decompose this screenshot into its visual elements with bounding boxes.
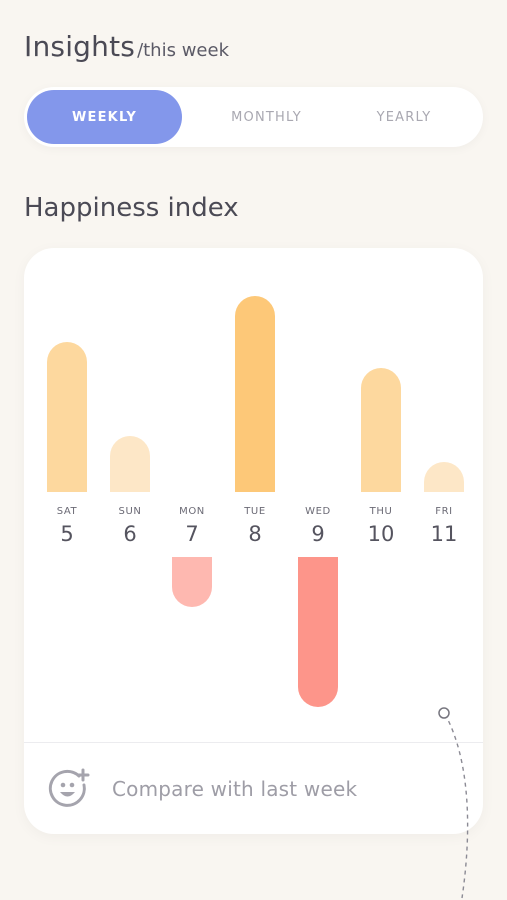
page-header: Insights /this week	[24, 30, 229, 63]
date-label: 5	[60, 522, 73, 546]
smiley-add-icon	[48, 768, 90, 807]
compare-label: Compare with last week	[112, 776, 358, 801]
date-label: 9	[311, 522, 324, 546]
compare-button[interactable]: Compare with last week	[24, 743, 483, 834]
tab-weekly[interactable]: WEEKLY	[27, 90, 182, 144]
happiness-chart: SAT 5 SUN 6 MON 7 TUE 8 WED 9 THU 10 FRI 11	[47, 296, 464, 707]
day-label: SAT	[57, 506, 78, 517]
happiness-card: SAT 5 SUN 6 MON 7 TUE 8 WED 9 THU 10 FRI 11 Compare w…	[24, 248, 483, 834]
bar-thu[interactable]	[361, 368, 401, 492]
bar-sat[interactable]	[47, 342, 87, 492]
day-label: FRI	[435, 506, 452, 517]
bar-sun[interactable]	[110, 436, 150, 492]
bar-tue[interactable]	[235, 296, 275, 492]
date-label: 6	[123, 522, 136, 546]
day-label: WED	[305, 506, 331, 517]
bar-wed[interactable]	[298, 557, 338, 707]
day-label: MON	[179, 506, 205, 517]
page-subtitle: /this week	[137, 40, 229, 61]
page-title: Insights	[24, 30, 136, 63]
date-label: 10	[368, 522, 395, 546]
section-title: Happiness index	[24, 193, 239, 223]
date-label: 7	[185, 522, 198, 546]
day-label: TUE	[243, 506, 266, 517]
day-label: THU	[369, 506, 393, 517]
date-label: 11	[431, 522, 458, 546]
bar-fri[interactable]	[424, 462, 464, 492]
period-segmented-control: WEEKLY MONTHLY YEARLY	[24, 87, 483, 147]
bar-mon[interactable]	[172, 557, 212, 607]
day-label: SUN	[119, 506, 142, 517]
tab-yearly[interactable]: YEARLY	[334, 90, 474, 144]
tab-monthly[interactable]: MONTHLY	[194, 90, 339, 144]
date-label: 8	[248, 522, 261, 546]
